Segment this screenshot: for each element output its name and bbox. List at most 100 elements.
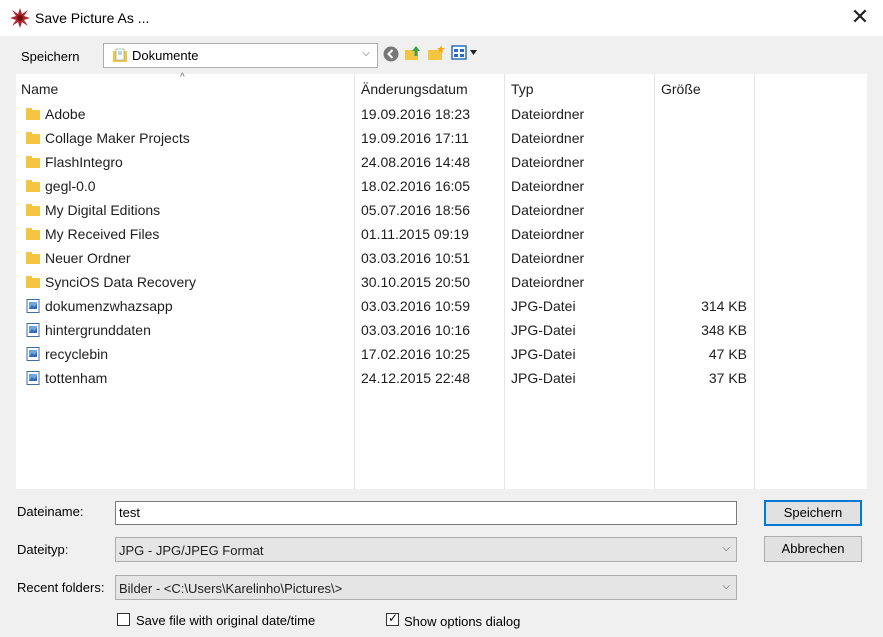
file-date: 19.09.2016 18:23 bbox=[361, 106, 470, 122]
recent-folders-label: Recent folders: bbox=[17, 580, 105, 595]
table-row[interactable]: dokumenzwhazsapp 03.03.2016 10:59 JPG-Date… bbox=[16, 294, 867, 318]
file-name: SynciOS Data Recovery bbox=[45, 274, 196, 290]
folder-icon bbox=[26, 204, 40, 216]
chevron-down-icon: ⌵ bbox=[722, 543, 730, 554]
sort-ascending-icon: ^ bbox=[180, 72, 185, 83]
image-file-icon bbox=[26, 323, 40, 337]
column-header-name[interactable]: Name bbox=[16, 74, 355, 104]
file-type: Dateiordner bbox=[511, 106, 585, 122]
file-name: My Received Files bbox=[45, 226, 160, 242]
file-date: 30.10.2015 20:50 bbox=[361, 274, 470, 290]
keep-date-checkbox[interactable] bbox=[117, 613, 130, 626]
close-button[interactable]: ✕ bbox=[837, 0, 883, 36]
folder-icon bbox=[26, 180, 40, 192]
back-icon[interactable] bbox=[382, 45, 400, 63]
filename-input[interactable]: test bbox=[115, 501, 737, 525]
folder-icon bbox=[26, 108, 40, 120]
documents-folder-icon bbox=[113, 48, 127, 62]
file-date: 18.02.2016 16:05 bbox=[361, 178, 470, 194]
file-type: Dateiordner bbox=[511, 202, 585, 218]
file-size: 47 KB bbox=[708, 346, 747, 362]
views-menu-icon[interactable] bbox=[451, 45, 479, 61]
column-header-size[interactable]: Größe bbox=[656, 74, 755, 104]
file-name: Collage Maker Projects bbox=[45, 130, 190, 146]
save-button[interactable]: Speichern bbox=[764, 500, 862, 526]
file-type: JPG-Datei bbox=[511, 346, 576, 362]
file-type: Dateiordner bbox=[511, 178, 585, 194]
filetype-select[interactable]: JPG - JPG/JPEG Format ⌵ bbox=[115, 537, 737, 562]
file-type: Dateiordner bbox=[511, 130, 585, 146]
file-name: Adobe bbox=[45, 106, 86, 122]
file-name: recyclebin bbox=[45, 346, 109, 362]
file-type: Dateiordner bbox=[511, 154, 585, 170]
image-file-icon bbox=[26, 347, 40, 361]
file-name: tottenham bbox=[45, 370, 108, 386]
filetype-value: JPG - JPG/JPEG Format bbox=[119, 543, 264, 558]
app-logo-icon bbox=[10, 8, 30, 28]
column-header-date[interactable]: Änderungsdatum bbox=[356, 74, 505, 104]
filetype-label: Dateityp: bbox=[17, 542, 69, 557]
file-date: 03.03.2016 10:59 bbox=[361, 298, 470, 314]
title-bar: Save Picture As ... ✕ bbox=[0, 0, 883, 36]
recent-folders-select[interactable]: Bilder - <C:\Users\Karelinho\Pictures\> … bbox=[115, 575, 737, 600]
filename-label: Dateiname: bbox=[17, 504, 84, 519]
table-row[interactable]: Neuer Ordner 03.03.2016 10:51 Dateiordner bbox=[16, 246, 867, 270]
close-icon: ✕ bbox=[850, 4, 870, 29]
file-name: dokumenzwhazsapp bbox=[45, 298, 173, 314]
checkmark-icon: ✓ bbox=[388, 611, 399, 625]
recent-folders-value: Bilder - <C:\Users\Karelinho\Pictures\> bbox=[119, 581, 343, 596]
file-date: 19.09.2016 17:11 bbox=[361, 130, 469, 146]
file-name: My Digital Editions bbox=[45, 202, 161, 218]
file-name: Neuer Ordner bbox=[45, 250, 131, 266]
chevron-down-icon: ⌵ bbox=[722, 581, 730, 592]
file-name: hintergrunddaten bbox=[45, 322, 151, 338]
file-type: JPG-Datei bbox=[511, 370, 576, 386]
column-header-type[interactable]: Typ bbox=[506, 74, 655, 104]
table-row[interactable]: gegl-0.0 18.02.2016 16:05 Dateiordner bbox=[16, 174, 867, 198]
table-row[interactable]: SynciOS Data Recovery 30.10.2015 20:50 Dat… bbox=[16, 270, 867, 294]
folder-icon bbox=[26, 276, 40, 288]
file-type: JPG-Datei bbox=[511, 322, 576, 338]
location-combo[interactable]: Dokumente ⌵ bbox=[103, 43, 378, 68]
folder-icon bbox=[26, 156, 40, 168]
file-type: JPG-Datei bbox=[511, 298, 576, 314]
table-row[interactable]: tottenham 24.12.2015 22:48 JPG-Datei 37 KB bbox=[16, 366, 867, 390]
file-date: 03.03.2016 10:16 bbox=[361, 322, 470, 338]
file-type: Dateiordner bbox=[511, 226, 585, 242]
file-name: gegl-0.0 bbox=[45, 178, 96, 194]
window-title: Save Picture As ... bbox=[35, 10, 150, 26]
keep-date-label: Save file with original date/time bbox=[136, 613, 316, 628]
table-row[interactable]: recyclebin 17.02.2016 10:25 JPG-Datei 47 KB bbox=[16, 342, 867, 366]
file-date: 01.11.2015 09:19 bbox=[361, 226, 469, 242]
table-row[interactable]: Collage Maker Projects 19.09.2016 17:11 Da… bbox=[16, 126, 867, 150]
show-options-label: Show options dialog bbox=[404, 614, 521, 629]
show-options-checkbox[interactable]: ✓ bbox=[386, 611, 399, 626]
table-row[interactable]: FlashIntegro 24.08.2016 14:48 Dateiordner bbox=[16, 150, 867, 174]
folder-icon bbox=[26, 228, 40, 240]
save-in-label: Speichern bbox=[21, 49, 80, 64]
file-date: 03.03.2016 10:51 bbox=[361, 250, 470, 266]
table-row[interactable]: Adobe 19.09.2016 18:23 Dateiordner bbox=[16, 102, 867, 126]
new-folder-icon[interactable] bbox=[427, 44, 445, 62]
file-list[interactable]: Name ^ Änderungsdatum Typ Größe Adobe 19.… bbox=[16, 72, 867, 489]
file-date: 17.02.2016 10:25 bbox=[361, 346, 470, 362]
file-size: 348 KB bbox=[701, 322, 747, 338]
table-row[interactable]: My Digital Editions 05.07.2016 18:56 Datei… bbox=[16, 198, 867, 222]
folder-icon bbox=[26, 252, 40, 264]
file-date: 05.07.2016 18:56 bbox=[361, 202, 470, 218]
up-folder-icon[interactable] bbox=[404, 44, 422, 62]
location-value: Dokumente bbox=[132, 48, 199, 63]
file-type: Dateiordner bbox=[511, 250, 585, 266]
image-file-icon bbox=[26, 371, 40, 385]
file-type: Dateiordner bbox=[511, 274, 585, 290]
chevron-down-icon: ⌵ bbox=[362, 48, 370, 59]
cancel-button[interactable]: Abbrechen bbox=[764, 536, 862, 562]
table-row[interactable]: My Received Files 01.11.2015 09:19 Dateior… bbox=[16, 222, 867, 246]
folder-icon bbox=[26, 132, 40, 144]
image-file-icon bbox=[26, 299, 40, 313]
file-date: 24.08.2016 14:48 bbox=[361, 154, 470, 170]
file-size: 37 KB bbox=[708, 370, 747, 386]
file-name: FlashIntegro bbox=[45, 154, 123, 170]
file-date: 24.12.2015 22:48 bbox=[361, 370, 470, 386]
table-row[interactable]: hintergrunddaten 03.03.2016 10:16 JPG-Date… bbox=[16, 318, 867, 342]
